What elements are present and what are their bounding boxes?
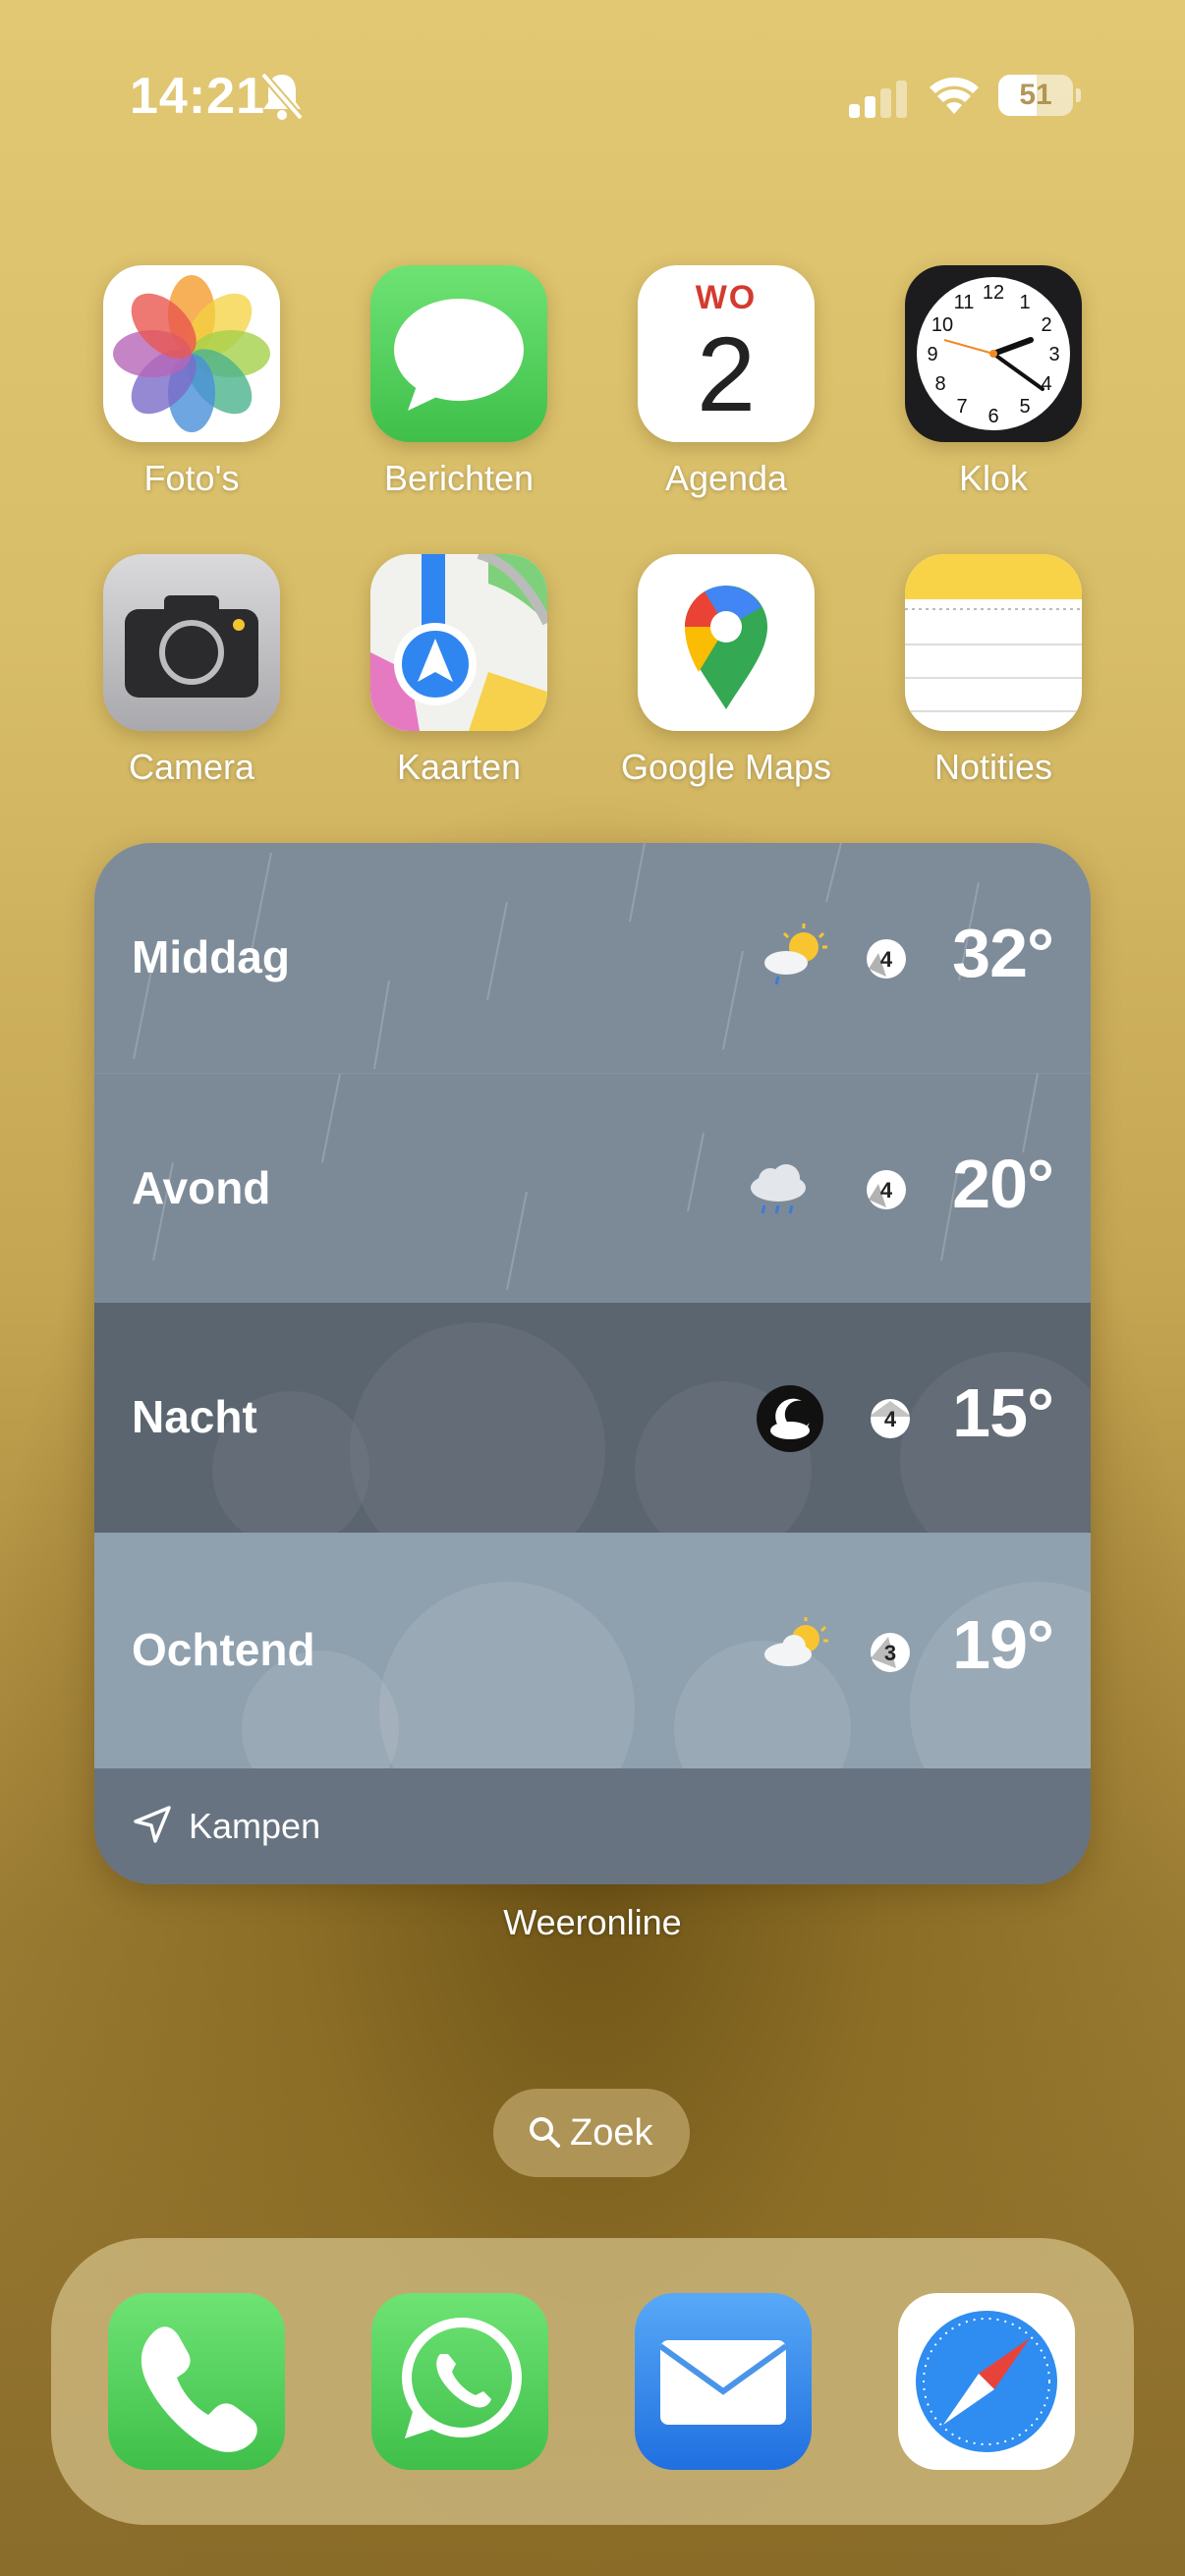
safari-icon[interactable] <box>898 2293 1075 2470</box>
sun-cloud-rain-icon <box>764 924 827 985</box>
forecast-temp: 32° <box>952 915 1054 991</box>
app-label: Berichten <box>383 458 535 498</box>
wind-speed: 3 <box>884 1641 896 1665</box>
forecast-period: Middag <box>132 931 290 982</box>
google-maps-icon <box>638 554 815 731</box>
svg-text:8: 8 <box>934 373 945 395</box>
mail-icon[interactable] <box>635 2293 812 2470</box>
wind-direction-icon: 4 <box>867 939 906 979</box>
svg-text:9: 9 <box>927 344 937 365</box>
widget-label: Weeronline <box>503 1902 682 1942</box>
location-arrow-icon <box>134 1806 171 1843</box>
wind-direction-icon: 3 <box>871 1633 910 1672</box>
bell-slash-icon <box>259 72 305 121</box>
forecast-row-nacht: Nacht 4 15° <box>94 1303 1091 1533</box>
messages-icon <box>370 265 547 442</box>
phone-icon[interactable] <box>108 2293 285 2470</box>
forecast-temp: 15° <box>952 1374 1054 1451</box>
notes-icon <box>905 554 1082 731</box>
widget-location-bar: Kampen <box>94 1768 1091 1884</box>
app-label: Foto's <box>143 458 240 498</box>
status-time: 14:21 <box>130 68 265 125</box>
app-label: Klok <box>958 458 1029 498</box>
photos-icon <box>103 265 280 442</box>
status-bar: 14:21 51 <box>0 0 1185 196</box>
rain-cloud-icon <box>751 1164 806 1214</box>
svg-text:5: 5 <box>1019 396 1030 418</box>
weather-widget[interactable]: Middag 4 32° Avond 4 20° Nacht 4 15° Och… <box>94 843 1091 1884</box>
svg-text:1: 1 <box>1019 292 1030 313</box>
widget-location: Kampen <box>189 1806 321 1846</box>
app-label: Notities <box>933 747 1053 787</box>
svg-text:12: 12 <box>983 282 1004 304</box>
forecast-period: Ochtend <box>132 1624 315 1675</box>
app-label: Agenda <box>664 458 788 498</box>
battery-level: 51 <box>1019 79 1052 111</box>
search-button[interactable]: Zoek <box>493 2089 690 2177</box>
battery-icon: 51 <box>998 75 1081 116</box>
camera-icon <box>103 554 280 731</box>
calendar-icon: WO 2 <box>638 265 815 442</box>
clock-icon: 12 1 2 345 678 9 10 11 <box>905 265 1082 442</box>
dock <box>51 2238 1134 2525</box>
svg-text:10: 10 <box>931 314 953 336</box>
whatsapp-icon[interactable] <box>371 2293 548 2470</box>
app-label: Camera <box>128 747 255 787</box>
search-label: Zoek <box>570 2112 653 2154</box>
app-label: Google Maps <box>620 747 832 787</box>
forecast-row-ochtend: Ochtend 3 19° <box>94 1533 1091 1768</box>
forecast-period: Nacht <box>132 1391 257 1442</box>
svg-text:6: 6 <box>988 406 998 427</box>
forecast-temp: 20° <box>952 1146 1054 1222</box>
svg-text:11: 11 <box>954 292 975 313</box>
calendar-day: 2 <box>696 314 757 433</box>
svg-text:4: 4 <box>1041 373 1051 395</box>
sun-cloud-icon <box>764 1617 828 1666</box>
maps-icon <box>370 554 547 731</box>
search-icon <box>530 2117 560 2148</box>
wifi-icon <box>930 77 979 114</box>
svg-text:3: 3 <box>1048 344 1059 365</box>
forecast-row-middag: Middag 4 32° <box>94 843 1091 1073</box>
forecast-row-avond: Avond 4 20° <box>94 1073 1091 1304</box>
wind-speed: 4 <box>880 1178 893 1203</box>
wind-speed: 4 <box>884 1407 897 1431</box>
svg-text:7: 7 <box>956 396 967 418</box>
wind-direction-icon: 4 <box>869 1399 912 1438</box>
forecast-temp: 19° <box>952 1606 1054 1683</box>
svg-text:2: 2 <box>1041 314 1051 336</box>
cellular-signal-icon <box>849 81 907 118</box>
moon-cloud-icon <box>757 1385 823 1452</box>
forecast-period: Avond <box>132 1162 271 1213</box>
app-label: Kaarten <box>396 747 522 787</box>
wind-direction-icon: 4 <box>867 1170 906 1209</box>
wind-speed: 4 <box>880 947 893 972</box>
